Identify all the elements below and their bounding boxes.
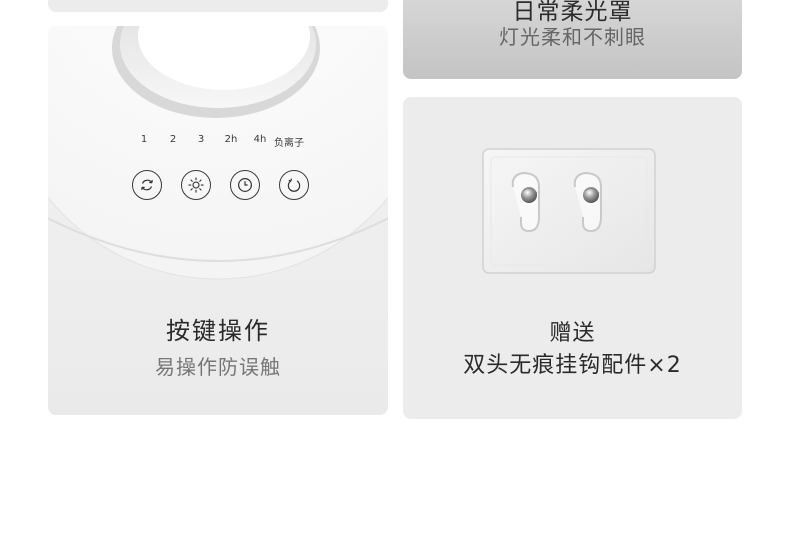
step-label: 2h — [224, 134, 238, 145]
clock-icon — [238, 178, 252, 192]
step-label: 2 — [169, 134, 177, 145]
feature-subtitle: 易操作防误触 — [155, 355, 281, 379]
feature-subtitle: 灯光柔和不刺眼 — [499, 25, 646, 49]
step-label: 1 — [140, 134, 148, 145]
rotate-icon — [141, 179, 153, 191]
feature-card-soft-light: 日常柔光罩 灯光柔和不刺眼 — [403, 0, 742, 79]
feature-card-buttons: 1 2 3 2h 4h 负离子 按键操作 易操作防误触 — [48, 26, 388, 415]
step-label: 3 — [197, 134, 205, 145]
speed-step-labels: 1 2 3 2h 4h 负离子 — [48, 134, 388, 150]
sun-icon — [188, 177, 204, 193]
mode-button[interactable] — [132, 170, 162, 200]
feature-card-hooks: 赠送 双头无痕挂钩配件×2 — [403, 97, 742, 419]
hooks-illustration — [482, 148, 656, 274]
feature-title: 赠送 — [549, 321, 596, 346]
feature-title: 按键操作 — [166, 317, 270, 345]
power-icon — [287, 178, 301, 192]
light-button[interactable] — [181, 170, 211, 200]
feature-subtitle: 双头无痕挂钩配件×2 — [463, 353, 682, 378]
product-card-top-left — [48, 0, 388, 12]
power-button[interactable] — [279, 170, 309, 200]
step-label: 负离子 — [274, 138, 304, 149]
timer-button[interactable] — [230, 170, 260, 200]
step-label: 4h — [253, 134, 267, 145]
